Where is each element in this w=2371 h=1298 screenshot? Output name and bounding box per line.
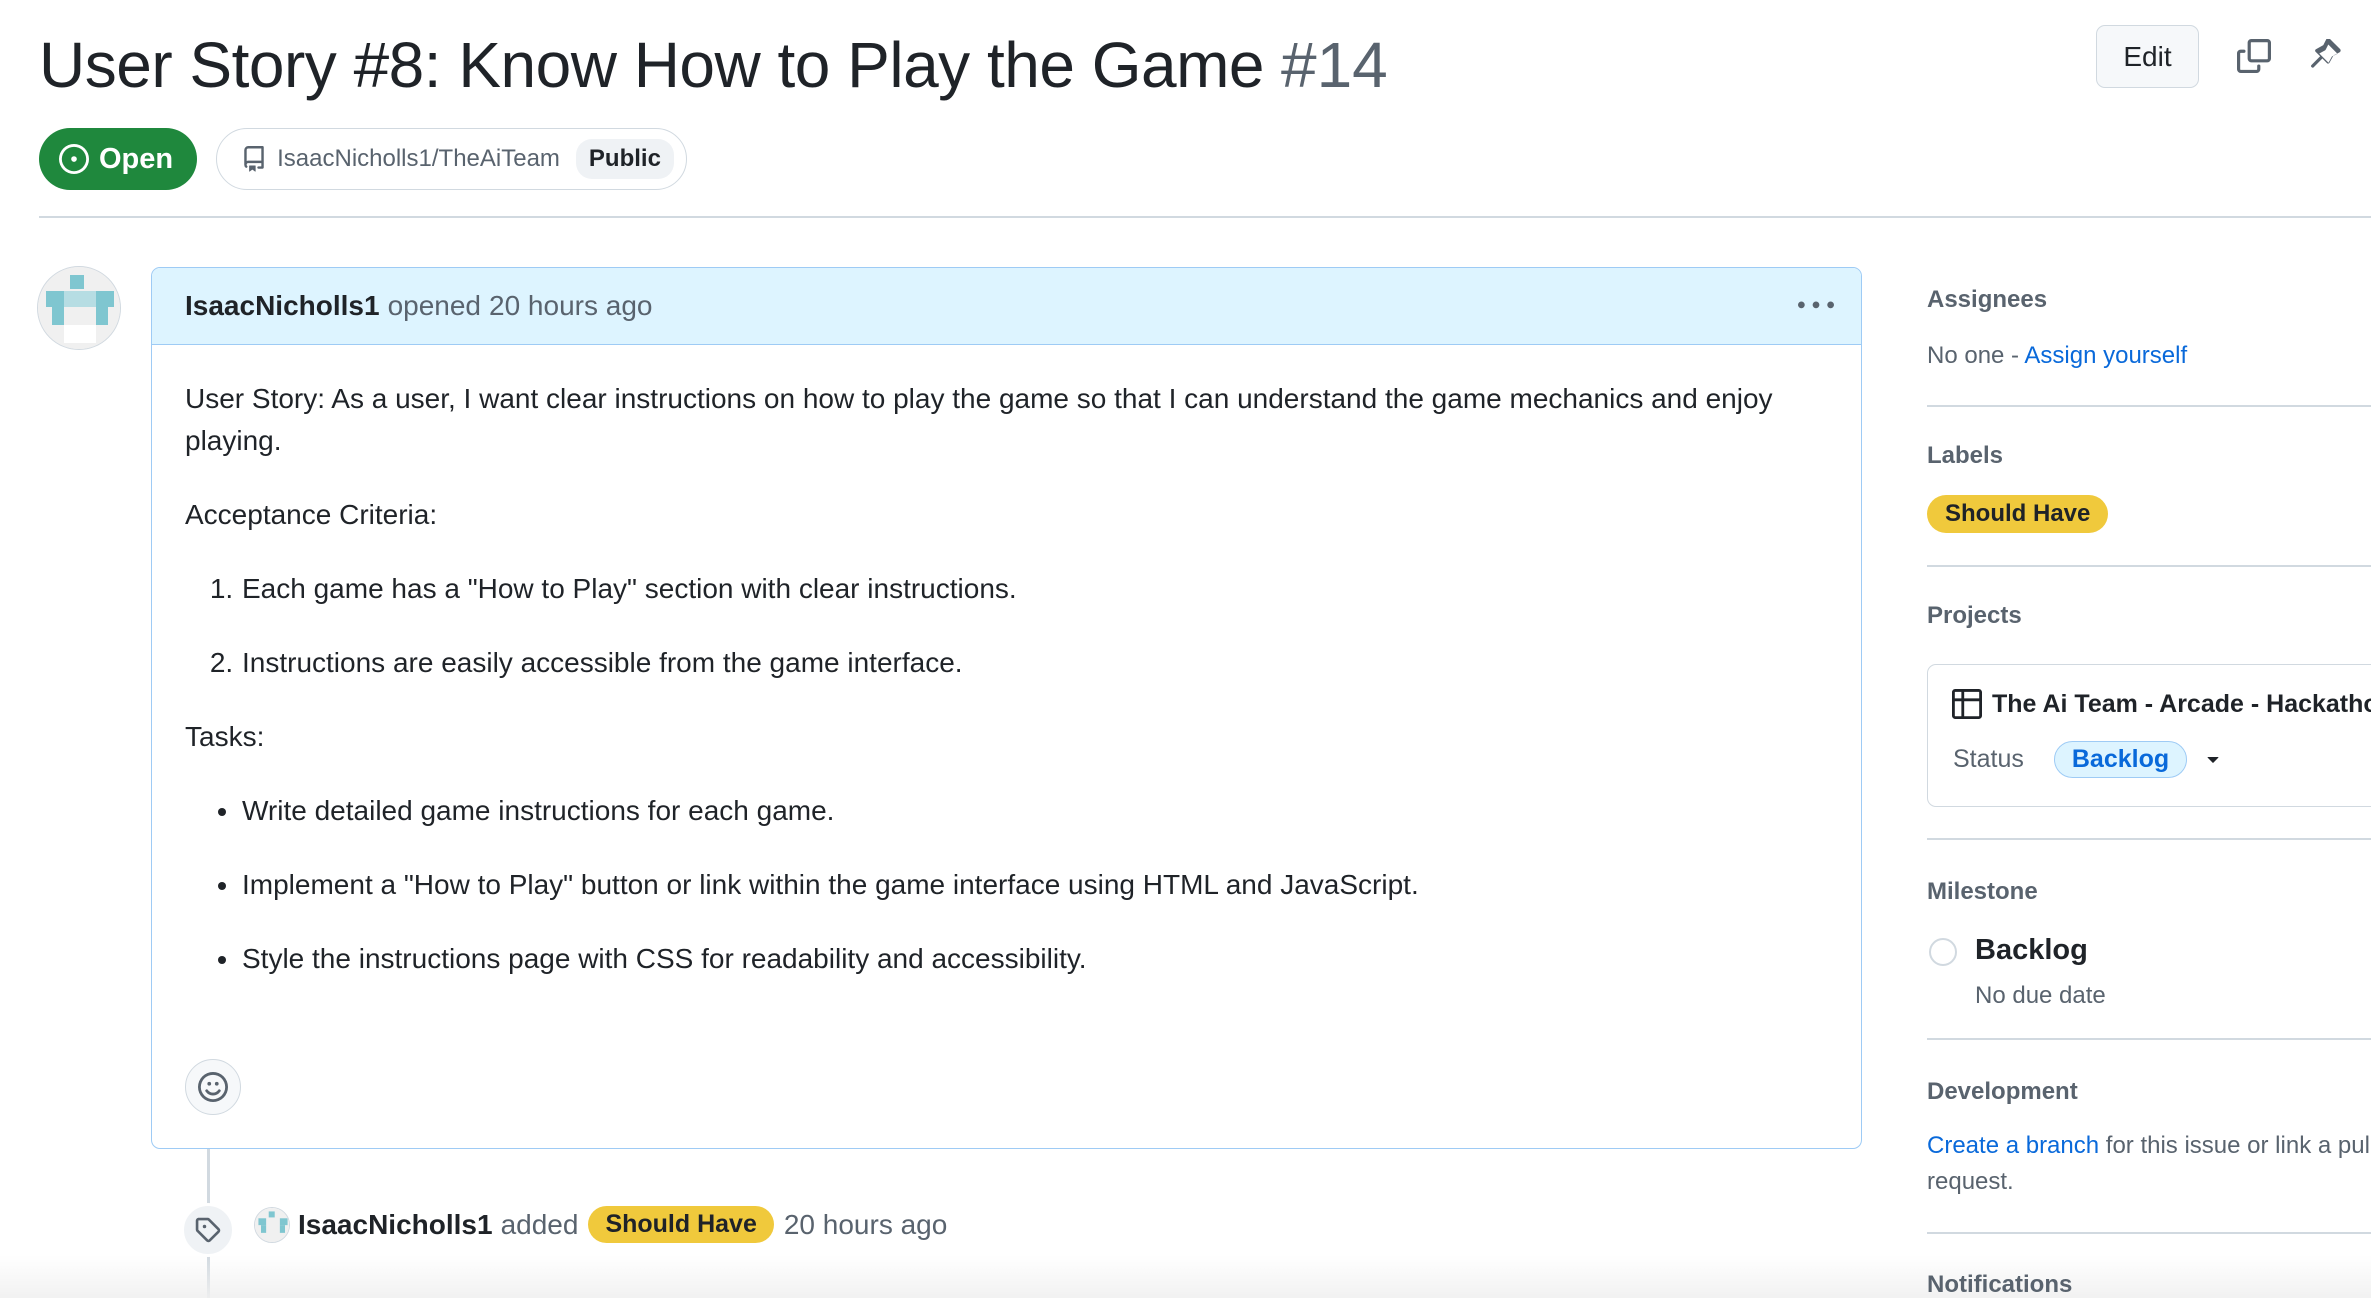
repository-pill[interactable]: IsaacNicholls1/TheAiTeam Public bbox=[216, 128, 687, 190]
sidebar-divider bbox=[1927, 1038, 2371, 1040]
avatar[interactable] bbox=[37, 266, 121, 350]
project-card: The Ai Team - Arcade - Hackathon Status … bbox=[1927, 664, 2371, 807]
assignees-none: No one - bbox=[1927, 342, 2020, 369]
development-description-cont: request. bbox=[1927, 1168, 2014, 1195]
label-should-have[interactable]: Should Have bbox=[1927, 495, 2109, 533]
projects-heading[interactable]: Projects bbox=[1927, 602, 2022, 630]
repository-name: IsaacNicholls1/TheAiTeam bbox=[277, 145, 560, 172]
comment-timestamp[interactable]: 20 hours ago bbox=[489, 290, 652, 322]
event-author[interactable]: IsaacNicholls1 bbox=[298, 1209, 493, 1241]
development-heading[interactable]: Development bbox=[1927, 1078, 2078, 1106]
copy-icon[interactable] bbox=[2234, 36, 2274, 76]
assignees-heading[interactable]: Assignees bbox=[1927, 286, 2047, 314]
event-time[interactable]: 20 hours ago bbox=[784, 1209, 947, 1241]
project-status-value[interactable]: Backlog bbox=[2053, 741, 2188, 778]
milestone-circle-icon bbox=[1929, 938, 1957, 966]
list-item: Implement a "How to Play" button or link… bbox=[241, 864, 1828, 906]
sidebar-divider bbox=[1927, 838, 2371, 840]
issue-title: User Story #8: Know How to Play the Game bbox=[39, 29, 1264, 101]
tasks-list: Write detailed game instructions for eac… bbox=[241, 790, 1828, 980]
avatar[interactable] bbox=[254, 1206, 290, 1243]
header-divider bbox=[39, 216, 2371, 218]
sidebar-divider bbox=[1927, 405, 2371, 407]
comment-body: User Story: As a user, I want clear inst… bbox=[152, 345, 1861, 980]
issue-title-row: User Story #8: Know How to Play the Game… bbox=[39, 28, 1388, 102]
comment-author[interactable]: IsaacNicholls1 bbox=[185, 290, 380, 322]
triangle-down-icon[interactable] bbox=[2201, 748, 2225, 772]
issue-comment: IsaacNicholls1 opened 20 hours ago User … bbox=[151, 267, 1862, 1149]
list-item: Style the instructions page with CSS for… bbox=[241, 938, 1828, 980]
label-should-have[interactable]: Should Have bbox=[588, 1206, 774, 1243]
project-status-label: Status bbox=[1953, 745, 2024, 773]
project-name: The Ai Team - Arcade - Hackathon bbox=[1992, 689, 2371, 718]
user-story-text: User Story: As a user, I want clear inst… bbox=[185, 383, 1773, 456]
issue-status-row: Open IsaacNicholls1/TheAiTeam Public bbox=[39, 128, 687, 190]
issue-opened-icon bbox=[59, 144, 89, 174]
visibility-badge: Public bbox=[575, 139, 674, 179]
open-status-label: Open bbox=[99, 142, 174, 175]
table-icon bbox=[1952, 689, 1982, 719]
pin-icon[interactable] bbox=[2306, 36, 2346, 76]
list-item: Instructions are easily accessible from … bbox=[241, 642, 1828, 684]
assign-yourself-link[interactable]: Assign yourself bbox=[2024, 342, 2187, 369]
labels-heading[interactable]: Labels bbox=[1927, 442, 2003, 470]
acceptance-heading: Acceptance Criteria: bbox=[185, 499, 438, 530]
event-action: added bbox=[500, 1208, 579, 1240]
comment-action: opened bbox=[387, 290, 481, 321]
repo-icon bbox=[241, 146, 267, 172]
smiley-icon[interactable] bbox=[185, 1059, 241, 1115]
development-description: for this issue or link a pull bbox=[2105, 1132, 2371, 1159]
milestone-due-date: No due date bbox=[1975, 982, 2106, 1009]
project-title[interactable]: The Ai Team - Arcade - Hackathon bbox=[1952, 689, 2371, 719]
labels-list: Should Have bbox=[1927, 495, 2109, 533]
issue-number: #14 bbox=[1280, 29, 1388, 101]
notifications-heading: Notifications bbox=[1927, 1271, 2073, 1298]
list-item: Each game has a "How to Play" section wi… bbox=[241, 568, 1828, 610]
tasks-heading: Tasks: bbox=[185, 721, 265, 752]
kebab-icon[interactable] bbox=[1796, 286, 1836, 326]
tag-icon bbox=[181, 1203, 235, 1257]
milestone-heading[interactable]: Milestone bbox=[1927, 878, 2038, 906]
assignees-value: No one - Assign yourself bbox=[1927, 342, 2187, 370]
acceptance-list: Each game has a "How to Play" section wi… bbox=[241, 568, 1828, 684]
sidebar-divider bbox=[1927, 565, 2371, 567]
create-branch-link[interactable]: Create a branch bbox=[1927, 1132, 2099, 1159]
label-added-event: IsaacNicholls1 added Should Have 20 hour… bbox=[254, 1206, 947, 1243]
comment-header: IsaacNicholls1 opened 20 hours ago bbox=[152, 268, 1861, 345]
development-text: Create a branch for this issue or link a… bbox=[1927, 1132, 2371, 1160]
edit-button[interactable]: Edit bbox=[2096, 25, 2199, 88]
sidebar-divider bbox=[1927, 1232, 2371, 1234]
milestone-name[interactable]: Backlog bbox=[1975, 934, 2088, 967]
project-status-row: Status Backlog bbox=[1953, 741, 2225, 778]
list-item: Write detailed game instructions for eac… bbox=[241, 790, 1828, 832]
open-status-badge: Open bbox=[39, 128, 198, 190]
